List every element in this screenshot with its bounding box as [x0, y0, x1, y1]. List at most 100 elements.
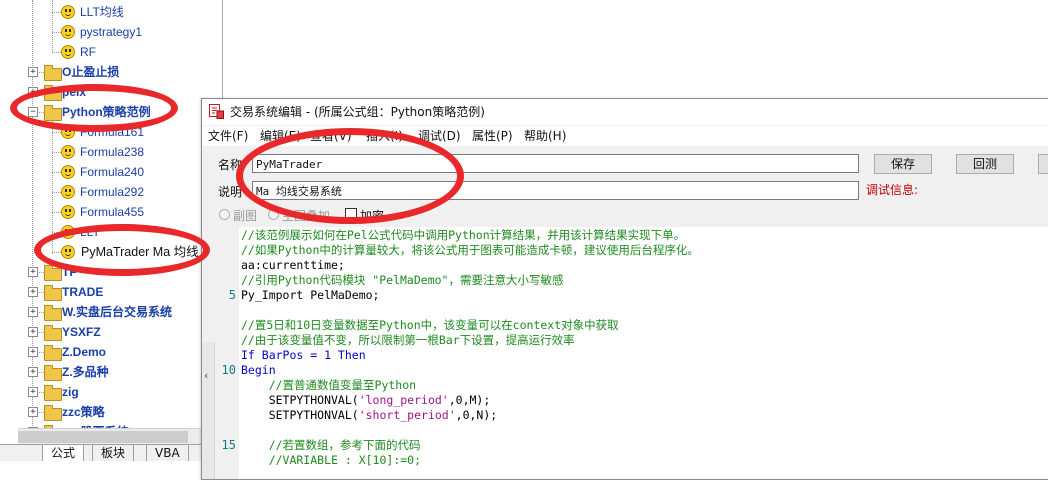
encrypt-checkbox[interactable] [345, 208, 357, 220]
folder-icon [44, 365, 62, 381]
tree-folder-label: Z.多品种 [62, 365, 109, 379]
folder-icon [44, 265, 62, 281]
tree-folder[interactable]: + pelx [0, 82, 222, 102]
expand-icon[interactable]: + [28, 367, 38, 377]
code-token: //置普通数值变量至Python [241, 378, 417, 392]
expand-icon[interactable]: + [28, 407, 38, 417]
tree-bottom-tabs: 公式 板块 VBA [0, 444, 222, 461]
tree-connector [52, 32, 61, 33]
extra-button[interactable] [1038, 154, 1048, 174]
tree-formula-item[interactable]: Formula240 [0, 162, 222, 182]
tree-folder-label: Z.Demo [62, 345, 107, 359]
smiley-formula-icon [61, 25, 75, 39]
code-token: //由于该变量值不变，所以限制第一根Bar下设置，提高运行效率 [241, 333, 575, 347]
tree-connector [52, 172, 61, 173]
expand-icon[interactable]: + [28, 387, 38, 397]
description-field[interactable]: Ma 均线交易系统 [252, 181, 859, 200]
tree-folder[interactable]: + O止盈止损 [0, 62, 222, 82]
sub-chart-radio[interactable] [219, 209, 230, 220]
save-button[interactable]: 保存 [874, 154, 932, 174]
folder-icon [44, 85, 62, 101]
code-line: //如果Python中的计算量较大，将该公式用于图表可能造成卡顿，建议使用后台程… [241, 243, 699, 258]
tree-formula-item[interactable]: Formula455 [0, 202, 222, 222]
tree-folder[interactable]: + YSXFZ [0, 322, 222, 342]
collapse-icon[interactable]: − [28, 107, 38, 117]
tab-formula[interactable]: 公式 [42, 445, 85, 461]
tree-formula-label: PyMaTrader Ma 均线 [81, 245, 199, 259]
folder-icon [44, 305, 62, 321]
expand-icon[interactable]: + [28, 307, 38, 317]
code-token: SETPYTHONVAL( [241, 408, 359, 422]
tree-formula-item[interactable]: pystrategy1 [0, 22, 222, 42]
tree-folder[interactable]: + TF [0, 262, 222, 282]
name-label: 名称 [218, 158, 243, 172]
expand-icon[interactable]: + [28, 87, 38, 97]
tree-formula-label: Formula238 [80, 145, 145, 159]
tree-formula-label: RF [80, 45, 96, 59]
menu-file[interactable]: 文件(F) [208, 126, 248, 146]
expand-icon[interactable]: + [28, 287, 38, 297]
tree-formula-label: pystrategy1 [80, 25, 143, 39]
menu-properties[interactable]: 属性(P) [472, 126, 513, 146]
menu-insert[interactable]: 插入(I) [366, 126, 403, 146]
expand-icon[interactable]: + [28, 327, 38, 337]
tree-formula-item[interactable]: LLT [0, 222, 222, 242]
tree-folder[interactable]: + zig [0, 382, 222, 402]
tree-folder[interactable]: + TRADE [0, 282, 222, 302]
expand-icon[interactable]: + [28, 67, 38, 77]
tree-formula-item[interactable]: Formula161 [0, 122, 222, 142]
code-token: //引用Python代码模块 "PelMaDemo"，需要注意大小写敏感 [241, 273, 564, 287]
line-number: 10 [221, 363, 236, 377]
smiley-formula-icon [61, 45, 75, 59]
tree-formula-item[interactable]: RF [0, 42, 222, 62]
expand-icon[interactable]: + [28, 267, 38, 277]
code-editor[interactable]: //该范例展示如何在Pel公式代码中调用Python计算结果，并用该计算结果实现… [239, 227, 1048, 479]
code-line: //引用Python代码模块 "PelMaDemo"，需要注意大小写敏感 [241, 273, 563, 288]
tree-formula-label: Formula455 [80, 205, 145, 219]
tree-formula-label: Formula292 [80, 185, 145, 199]
trading-system-editor-dialog: 交易系统编辑 - (所属公式组：Python策略范例) 文件(F) 编辑(E) … [201, 98, 1048, 480]
menu-view[interactable]: 查看(V) [310, 126, 352, 146]
tree-formula-item[interactable]: PyMaTrader Ma 均线 [0, 242, 222, 262]
name-field[interactable]: PyMaTrader [252, 154, 859, 173]
tree-connector [52, 12, 61, 13]
dialog-titlebar[interactable]: 交易系统编辑 - (所属公式组：Python策略范例) [202, 99, 1048, 125]
code-line: SETPYTHONVAL('long_period',0,M); [241, 393, 491, 408]
dialog-title: 交易系统编辑 - (所属公式组：Python策略范例) [230, 105, 485, 119]
tree-formula-item[interactable]: Formula238 [0, 142, 222, 162]
tree-formula-item[interactable]: Formula292 [0, 182, 222, 202]
code-line: //置5日和10日变量数据至Python中，该变量可以在context对象中获取 [241, 318, 619, 333]
tree-formula-label: Formula161 [80, 125, 145, 139]
formula-tree-panel[interactable]: LLT均线 pystrategy1 RF + O止盈止损 + pelx − Python策略范例… [0, 0, 223, 461]
tab-sector[interactable]: 板块 [92, 445, 135, 461]
tree-formula-item[interactable]: LLT均线 [0, 2, 222, 22]
tree-folder[interactable]: + Z.Demo [0, 342, 222, 362]
description-label: 说明 [218, 185, 243, 199]
tree-folder-label: zzc策略 [62, 405, 105, 419]
tree-folder-label: TRADE [62, 285, 104, 299]
menu-bar: 文件(F) 编辑(E) 查看(V) 插入(I) 调试(D) 属性(P) 帮助(H… [202, 126, 1048, 146]
tree-formula-label: Formula240 [80, 165, 145, 179]
tree-folder[interactable]: + W.实盘后台交易系统 [0, 302, 222, 322]
folder-icon [44, 105, 62, 121]
menu-debug[interactable]: 调试(D) [418, 126, 461, 146]
expand-icon[interactable]: + [28, 347, 38, 357]
scrollbar-thumb[interactable] [18, 431, 188, 443]
menu-help[interactable]: 帮助(H) [524, 126, 566, 146]
line-number: 5 [228, 288, 236, 302]
backtest-button[interactable]: 回测 [956, 154, 1014, 174]
tree-folder[interactable]: + zzc策略 [0, 402, 222, 422]
tree-folder-label: zig [62, 385, 79, 399]
menu-edit[interactable]: 编辑(E) [260, 126, 301, 146]
tree-folder[interactable]: − Python策略范例 [0, 102, 222, 122]
smiley-formula-icon [61, 5, 75, 19]
main-overlay-radio[interactable] [268, 209, 279, 220]
smiley-formula-icon [61, 185, 75, 199]
code-token: //VARIABLE : X[10]:=0; [241, 453, 422, 467]
debug-info-label: 调试信息: [866, 183, 919, 197]
smiley-formula-icon [61, 165, 75, 179]
tab-vba[interactable]: VBA [146, 445, 189, 461]
tree-formula-label: LLT [80, 225, 100, 239]
tree-folder[interactable]: + Z.多品种 [0, 362, 222, 382]
tree-horizontal-scrollbar[interactable] [18, 428, 202, 445]
